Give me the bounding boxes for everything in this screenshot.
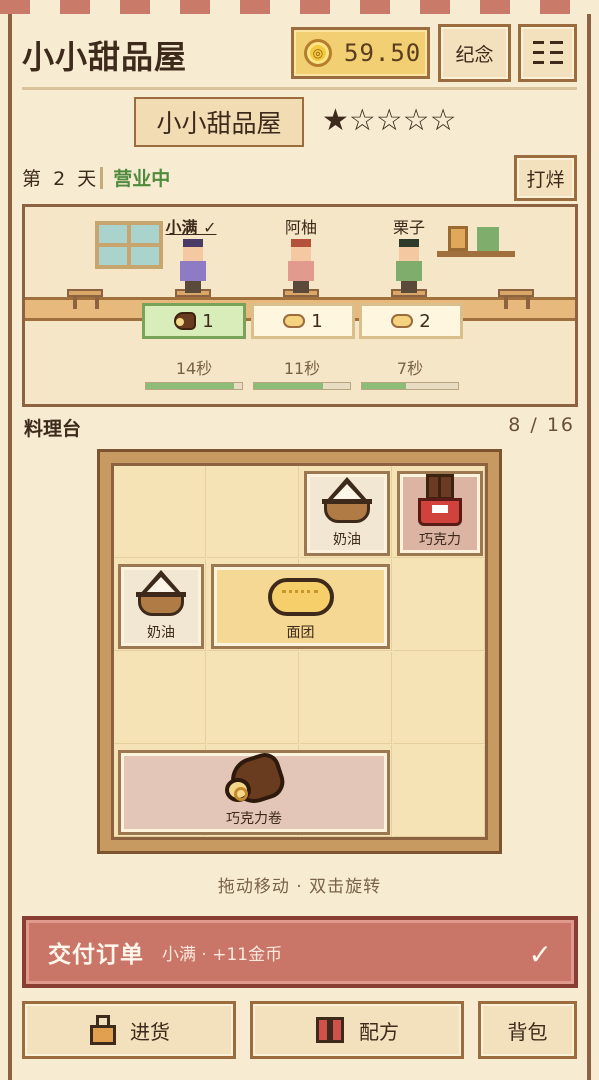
item-label: 巧克力卷 — [226, 811, 282, 827]
jar-decor — [448, 226, 468, 251]
customer-avatar[interactable] — [283, 239, 319, 297]
app-title: 小小甜品屋 — [22, 38, 188, 76]
coin-icon: ◎ — [304, 39, 332, 67]
cream-item[interactable]: 奶油 — [118, 564, 204, 649]
dough-icon — [391, 314, 414, 328]
item-label: 面团 — [286, 625, 315, 641]
customer-name: 阿柚 — [284, 218, 317, 237]
recipe-label: 配方 — [359, 1019, 399, 1044]
day-suffix: 天 — [77, 168, 97, 190]
recipe-book-icon — [315, 1015, 347, 1045]
deliver-label: 交付订单 — [48, 942, 144, 968]
customer-name: 小满 ✓ — [165, 218, 217, 237]
chocolate-icon — [416, 474, 464, 527]
stool — [67, 289, 103, 297]
memorial-button[interactable]: 纪念 — [438, 24, 511, 82]
shelf-decor — [437, 251, 515, 257]
bag-label: 背包 — [507, 1019, 548, 1044]
stool — [498, 289, 534, 297]
item-label: 奶油 — [147, 625, 175, 641]
cooking-board: 奶油 巧克力 奶油 面团 巧克力卷 — [97, 449, 502, 854]
item-label: 巧克力 — [419, 532, 461, 548]
station-capacity: 8 / 16 — [508, 414, 575, 436]
item-label: 奶油 — [333, 532, 361, 548]
shopping-bag-icon — [88, 1015, 118, 1045]
chocolate-roll-icon — [174, 312, 197, 330]
customer-avatar[interactable] — [175, 239, 211, 297]
shop-rating-stars: ★☆☆☆☆ — [322, 103, 457, 138]
dough-icon — [283, 314, 306, 328]
coin-amount: 59.50 — [344, 39, 422, 67]
shop-name-plate: 小小甜品屋 — [134, 97, 304, 147]
chocolate-item[interactable]: 巧克力 — [397, 471, 483, 556]
menu-icon — [532, 41, 563, 65]
cream-icon — [134, 568, 188, 620]
close-shop-button[interactable]: 打烊 — [514, 155, 577, 201]
chocolate-roll-item[interactable]: 巧克力卷 — [118, 749, 390, 835]
dough-item[interactable]: 面团 — [211, 564, 390, 649]
deliver-detail: 小满 · +11金币 — [162, 944, 283, 965]
customer-order-ready[interactable]: 1 — [142, 303, 246, 339]
chocolate-roll-icon — [221, 749, 289, 809]
stock-label: 进货 — [130, 1019, 170, 1044]
day-prefix: 第 — [22, 168, 42, 190]
cooking-grid[interactable]: 奶油 巧克力 奶油 面团 巧克力卷 — [111, 463, 488, 840]
coin-balance: ◎ 59.50 — [291, 27, 430, 79]
customer-timer: 7秒 — [396, 359, 424, 378]
order-quantity: 2 — [419, 310, 431, 332]
patience-bar — [145, 382, 243, 390]
order-quantity: 1 — [202, 310, 214, 332]
header-divider — [22, 87, 577, 90]
station-title: 料理台 — [24, 418, 82, 440]
patience-bar — [253, 382, 351, 390]
station-hint: 拖动移动 · 双击旋转 — [217, 877, 382, 897]
patience-bar — [361, 382, 459, 390]
cream-item[interactable]: 奶油 — [304, 471, 390, 556]
bag-button[interactable]: 背包 — [478, 1001, 577, 1059]
customer-name: 栗子 — [392, 218, 425, 237]
recipe-button[interactable]: 配方 — [250, 1001, 464, 1059]
customer-order[interactable]: 2 — [359, 303, 463, 339]
check-icon: ✓ — [528, 938, 552, 971]
customer-order[interactable]: 1 — [251, 303, 355, 339]
day-number: 2 — [53, 168, 66, 190]
order-quantity: 1 — [311, 310, 323, 332]
menu-button[interactable] — [518, 24, 577, 82]
deliver-order-button[interactable]: 交付订单 小满 · +11金币 ✓ — [22, 916, 578, 988]
stock-button[interactable]: 进货 — [22, 1001, 236, 1059]
jar-decor — [477, 227, 499, 251]
shop-scene: 小满 ✓ 1 14秒 阿柚 1 11秒 栗子 2 7秒 — [22, 204, 578, 407]
customer-avatar[interactable] — [391, 239, 427, 297]
dough-icon — [267, 578, 334, 616]
customer-timer: 14秒 — [175, 359, 213, 378]
day-status: 第 2 天 营业中 — [22, 164, 170, 191]
business-status: 营业中 — [113, 168, 171, 190]
customer-timer: 11秒 — [283, 359, 321, 378]
cream-icon — [320, 475, 374, 527]
top-decor-strip — [0, 0, 599, 14]
